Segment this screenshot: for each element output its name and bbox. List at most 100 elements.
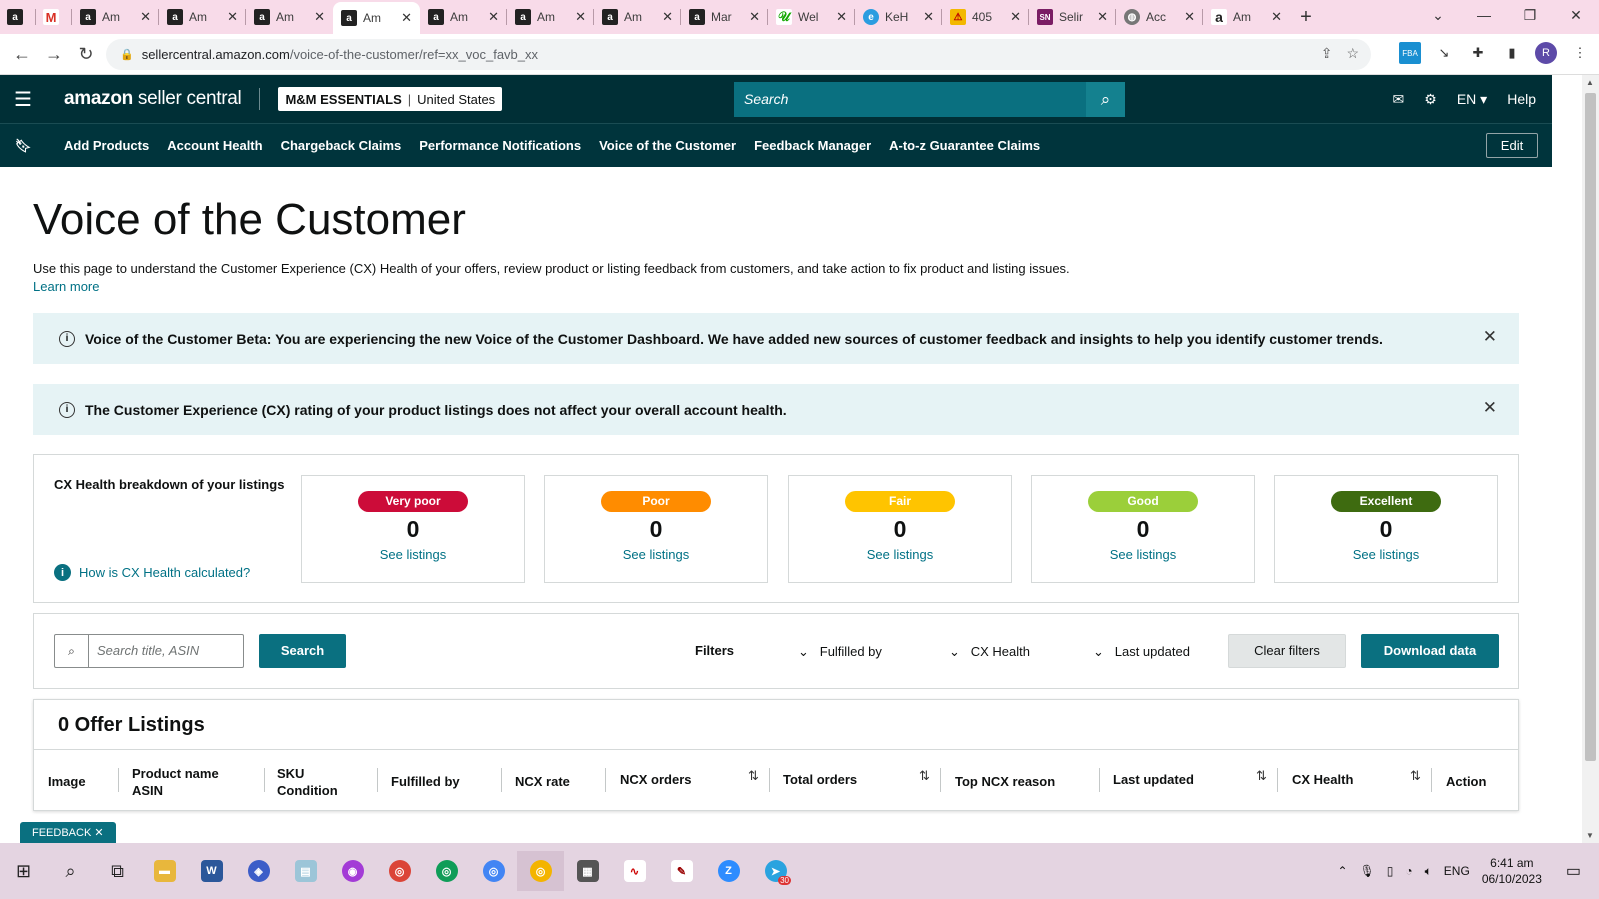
chrome-icon[interactable]: ◎: [376, 851, 423, 891]
listing-search-input[interactable]: Search title, ASIN: [89, 635, 243, 667]
close-icon[interactable]: ✕: [575, 9, 586, 25]
clear-filters-button[interactable]: Clear filters: [1228, 634, 1346, 668]
last-updated-dropdown[interactable]: ⌄ Last updated: [1093, 644, 1190, 660]
close-icon[interactable]: ✕: [749, 9, 760, 25]
nav-item-voice-of-the-customer[interactable]: Voice of the Customer: [599, 138, 736, 153]
browser-tab[interactable]: SN Selir ✕: [1029, 0, 1116, 34]
bookmark-star-icon[interactable]: ☆: [1346, 45, 1359, 62]
app-icon[interactable]: ✎: [658, 851, 705, 891]
store-selector[interactable]: M&M ESSENTIALS | United States: [278, 87, 503, 111]
edit-nav-button[interactable]: Edit: [1486, 133, 1538, 158]
download-data-button[interactable]: Download data: [1361, 634, 1499, 668]
task-view-icon[interactable]: ⧉: [94, 851, 141, 891]
lock-icon[interactable]: 🔒: [120, 48, 134, 61]
nav-item-chargeback-claims[interactable]: Chargeback Claims: [281, 138, 402, 153]
close-icon[interactable]: ✕: [662, 9, 673, 25]
hamburger-menu-icon[interactable]: ☰: [0, 87, 46, 112]
sort-icon[interactable]: ⇅: [919, 768, 930, 784]
close-icon[interactable]: ✕: [1010, 9, 1021, 25]
col-ncx-orders[interactable]: NCX orders: [620, 771, 692, 788]
close-icon[interactable]: ✕: [1483, 327, 1497, 347]
browser-tab[interactable]: a Am ✕: [594, 0, 681, 34]
scroll-down-icon[interactable]: ▼: [1586, 831, 1594, 840]
back-icon[interactable]: ←: [6, 44, 38, 65]
close-icon[interactable]: ✕: [836, 9, 847, 25]
see-listings-link[interactable]: See listings: [302, 547, 524, 562]
see-listings-link[interactable]: See listings: [1275, 547, 1497, 562]
wifi-icon[interactable]: ◔: [1405, 864, 1412, 878]
windows-start-icon[interactable]: ⊞: [0, 851, 47, 891]
mail-icon[interactable]: ✉: [1393, 91, 1405, 108]
fulfilled-by-dropdown[interactable]: ⌄ Fulfilled by: [798, 644, 882, 660]
language-indicator[interactable]: ENG: [1444, 864, 1470, 878]
close-icon[interactable]: ✕: [94, 827, 103, 839]
nav-item-account-health[interactable]: Account Health: [167, 138, 262, 153]
browser-tab[interactable]: a Am ✕: [72, 0, 159, 34]
browser-tab[interactable]: a Am ✕: [507, 0, 594, 34]
page-scrollbar[interactable]: ▲ ▼: [1582, 75, 1599, 843]
browser-tab-active[interactable]: a Am ✕: [333, 2, 420, 34]
file-explorer-icon[interactable]: ▬: [141, 851, 188, 891]
close-icon[interactable]: ✕: [923, 9, 934, 25]
scroll-up-icon[interactable]: ▲: [1586, 78, 1594, 87]
close-icon[interactable]: ✕: [1184, 9, 1195, 25]
clock[interactable]: 6:41 am 06/10/2023: [1482, 855, 1542, 887]
cx-calc-link[interactable]: i How is CX Health calculated?: [54, 564, 250, 581]
new-tab-button[interactable]: +: [1290, 6, 1322, 29]
zoom-icon[interactable]: Z: [705, 851, 752, 891]
nav-item-feedback-manager[interactable]: Feedback Manager: [754, 138, 871, 153]
see-listings-link[interactable]: See listings: [1032, 547, 1254, 562]
sort-icon[interactable]: ⇅: [1410, 768, 1421, 784]
app-icon[interactable]: ∿: [611, 851, 658, 891]
profile-avatar[interactable]: R: [1535, 42, 1557, 64]
browser-tab[interactable]: 𝒰 Wel ✕: [768, 0, 855, 34]
app-icon[interactable]: ◈: [235, 851, 282, 891]
gear-icon[interactable]: ⚙: [1424, 91, 1437, 108]
restore-icon[interactable]: ❐: [1507, 0, 1553, 34]
search-icon[interactable]: ⌕: [1086, 82, 1125, 117]
share-icon[interactable]: ⇪: [1321, 45, 1333, 62]
seller-central-logo[interactable]: amazon seller central: [64, 88, 242, 110]
sort-icon[interactable]: ⇅: [1256, 768, 1267, 784]
browser-tab[interactable]: e KeH ✕: [855, 0, 942, 34]
col-cx-health[interactable]: CX Health: [1292, 771, 1353, 788]
see-listings-link[interactable]: See listings: [545, 547, 767, 562]
side-panel-icon[interactable]: ▮: [1501, 42, 1523, 64]
volume-icon[interactable]: 🔈︎: [1425, 864, 1432, 879]
forward-icon[interactable]: →: [38, 44, 70, 65]
minimize-icon[interactable]: —: [1461, 0, 1507, 34]
header-search-input[interactable]: Search: [734, 82, 1086, 117]
nav-item-performance-notifications[interactable]: Performance Notifications: [419, 138, 581, 153]
see-listings-link[interactable]: See listings: [789, 547, 1011, 562]
browser-tab[interactable]: a Am ✕: [420, 0, 507, 34]
notes-icon[interactable]: ▤: [282, 851, 329, 891]
close-icon[interactable]: ✕: [488, 9, 499, 25]
language-selector[interactable]: EN ▾: [1457, 91, 1487, 108]
browser-tab[interactable]: ◍ Acc ✕: [1116, 0, 1203, 34]
nav-item-add-products[interactable]: Add Products: [64, 138, 149, 153]
sort-icon[interactable]: ⇅: [748, 768, 759, 784]
close-icon[interactable]: ✕: [140, 9, 151, 25]
col-last-updated[interactable]: Last updated: [1113, 771, 1194, 788]
search-button[interactable]: Search: [259, 634, 346, 668]
browser-tab[interactable]: a: [0, 0, 36, 34]
browser-tab[interactable]: ⚠ 405 ✕: [942, 0, 1029, 34]
help-link[interactable]: Help: [1507, 91, 1536, 107]
calculator-icon[interactable]: ▦: [564, 851, 611, 891]
fba-extension-icon[interactable]: FBA: [1399, 42, 1421, 64]
close-icon[interactable]: ✕: [1097, 9, 1108, 25]
extension-arrow-icon[interactable]: ↘: [1433, 42, 1455, 64]
close-icon[interactable]: ✕: [314, 9, 325, 25]
close-icon[interactable]: ✕: [227, 9, 238, 25]
tab-search-icon[interactable]: ⌄: [1415, 0, 1461, 34]
chevron-up-icon[interactable]: ⌃: [1337, 864, 1347, 878]
close-icon[interactable]: ✕: [1483, 398, 1497, 418]
menu-kebab-icon[interactable]: ⋮: [1569, 42, 1591, 64]
browser-tab[interactable]: M: [36, 0, 72, 34]
browser-tab[interactable]: a Mar ✕: [681, 0, 768, 34]
telegram-icon[interactable]: ➤ 30: [752, 851, 799, 891]
battery-icon[interactable]: ▯: [1387, 864, 1394, 878]
nav-item-a-to-z-claims[interactable]: A-to-z Guarantee Claims: [889, 138, 1040, 153]
notification-icon[interactable]: ▭: [1566, 861, 1581, 881]
feedback-tab[interactable]: FEEDBACK ✕: [20, 822, 116, 843]
